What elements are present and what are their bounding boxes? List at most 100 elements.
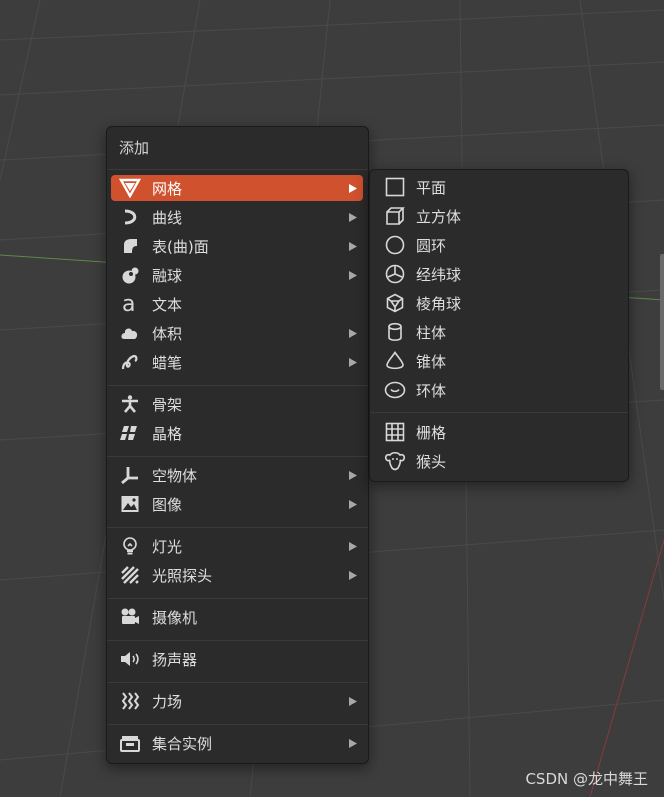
cube-icon: [384, 205, 406, 227]
submenu-item-label: 锥体: [416, 352, 447, 371]
torus-icon: [384, 379, 406, 401]
watermark: CSDN @龙中舞王: [525, 770, 648, 788]
submenu-item-label: 环体: [416, 381, 447, 400]
camera-icon: [119, 606, 141, 628]
svg-text:a: a: [122, 293, 135, 315]
text-icon: a: [119, 293, 141, 315]
submenu-arrow-icon: [349, 357, 357, 367]
submenu-arrow-icon: [349, 328, 357, 338]
y-axis-line: [589, 539, 664, 797]
menu-item-label: 摄像机: [152, 608, 198, 627]
menu-divider: [107, 169, 368, 170]
menu-divider: [107, 724, 368, 725]
menu-title: 添加: [119, 139, 150, 157]
lattice-icon: [119, 422, 141, 444]
submenu-item-ico-sphere[interactable]: 棱角球: [374, 290, 623, 316]
menu-item-metaball[interactable]: 融球: [111, 262, 363, 288]
submenu-arrow-icon: [349, 696, 357, 706]
light-icon: [119, 535, 141, 557]
sidebar-edge-handle[interactable]: [660, 254, 664, 390]
uv-sphere-icon: [384, 263, 406, 285]
menu-item-mesh[interactable]: 网格: [111, 175, 363, 201]
menu-item-text[interactable]: a 文本: [111, 291, 363, 317]
menu-divider: [370, 412, 628, 413]
menu-divider: [107, 456, 368, 457]
cylinder-icon: [384, 321, 406, 343]
volume-icon: [119, 322, 141, 344]
menu-item-curve[interactable]: 曲线: [111, 204, 363, 230]
menu-item-label: 蜡笔: [152, 353, 183, 372]
menu-item-lattice[interactable]: 晶格: [111, 420, 363, 446]
submenu-arrow-icon: [349, 570, 357, 580]
metaball-icon: [119, 264, 141, 286]
menu-item-volume[interactable]: 体积: [111, 320, 363, 346]
menu-item-label: 晶格: [152, 424, 183, 443]
submenu-item-circle[interactable]: 圆环: [374, 232, 623, 258]
menu-item-speaker[interactable]: 扬声器: [111, 646, 363, 672]
curve-icon: [119, 206, 141, 228]
menu-item-collection-instance[interactable]: 集合实例: [111, 730, 363, 756]
submenu-item-torus[interactable]: 环体: [374, 377, 623, 403]
submenu-item-monkey[interactable]: 猴头: [374, 448, 623, 474]
menu-item-empty[interactable]: 空物体: [111, 462, 363, 488]
submenu-arrow-icon: [349, 499, 357, 509]
submenu-item-label: 栅格: [416, 423, 447, 442]
submenu-item-cube[interactable]: 立方体: [374, 203, 623, 229]
grid-icon: [384, 421, 406, 443]
submenu-arrow-icon: [349, 183, 357, 193]
menu-item-label: 曲线: [152, 208, 183, 227]
menu-item-label: 表(曲)面: [152, 237, 209, 256]
submenu-item-label: 经纬球: [416, 265, 462, 284]
menu-item-light-probe[interactable]: 光照探头: [111, 562, 363, 588]
menu-item-image[interactable]: 图像: [111, 491, 363, 517]
light-probe-icon: [119, 564, 141, 586]
submenu-item-label: 立方体: [416, 207, 462, 226]
submenu-arrow-icon: [349, 212, 357, 222]
menu-item-label: 图像: [152, 495, 183, 514]
menu-item-label: 文本: [152, 295, 183, 314]
submenu-item-grid[interactable]: 栅格: [374, 419, 623, 445]
mesh-submenu: 平面立方体圆环经纬球棱角球柱体锥体环体栅格猴头: [369, 169, 629, 482]
menu-item-label: 集合实例: [152, 734, 213, 753]
menu-item-label: 网格: [152, 179, 183, 198]
surface-icon: [119, 235, 141, 257]
menu-item-label: 空物体: [152, 466, 198, 485]
menu-divider: [107, 640, 368, 641]
menu-item-force-field[interactable]: 力场: [111, 688, 363, 714]
menu-item-grease-pencil[interactable]: 蜡笔: [111, 349, 363, 375]
menu-item-label: 扬声器: [152, 650, 198, 669]
submenu-item-plane[interactable]: 平面: [374, 174, 623, 200]
submenu-item-label: 棱角球: [416, 294, 462, 313]
speaker-icon: [119, 648, 141, 670]
circle-icon: [384, 234, 406, 256]
submenu-item-label: 柱体: [416, 323, 447, 342]
image-icon: [119, 493, 141, 515]
submenu-arrow-icon: [349, 241, 357, 251]
menu-item-light[interactable]: 灯光: [111, 533, 363, 559]
submenu-item-label: 平面: [416, 178, 447, 197]
menu-divider: [107, 527, 368, 528]
submenu-arrow-icon: [349, 541, 357, 551]
menu-item-camera[interactable]: 摄像机: [111, 604, 363, 630]
submenu-item-cylinder[interactable]: 柱体: [374, 319, 623, 345]
menu-item-label: 骨架: [152, 395, 183, 414]
armature-icon: [119, 393, 141, 415]
grease-pencil-icon: [119, 351, 141, 373]
submenu-item-cone[interactable]: 锥体: [374, 348, 623, 374]
submenu-item-uv-sphere[interactable]: 经纬球: [374, 261, 623, 287]
menu-item-label: 力场: [152, 692, 183, 711]
submenu-arrow-icon: [349, 470, 357, 480]
cone-icon: [384, 350, 406, 372]
monkey-icon: [384, 450, 406, 472]
empty-icon: [119, 464, 141, 486]
menu-item-armature[interactable]: 骨架: [111, 391, 363, 417]
plane-icon: [384, 176, 406, 198]
menu-divider: [107, 385, 368, 386]
submenu-item-label: 圆环: [416, 236, 447, 255]
submenu-arrow-icon: [349, 270, 357, 280]
submenu-arrow-icon: [349, 738, 357, 748]
menu-item-label: 灯光: [152, 537, 183, 556]
menu-divider: [107, 598, 368, 599]
menu-item-surface[interactable]: 表(曲)面: [111, 233, 363, 259]
submenu-item-label: 猴头: [416, 452, 447, 471]
